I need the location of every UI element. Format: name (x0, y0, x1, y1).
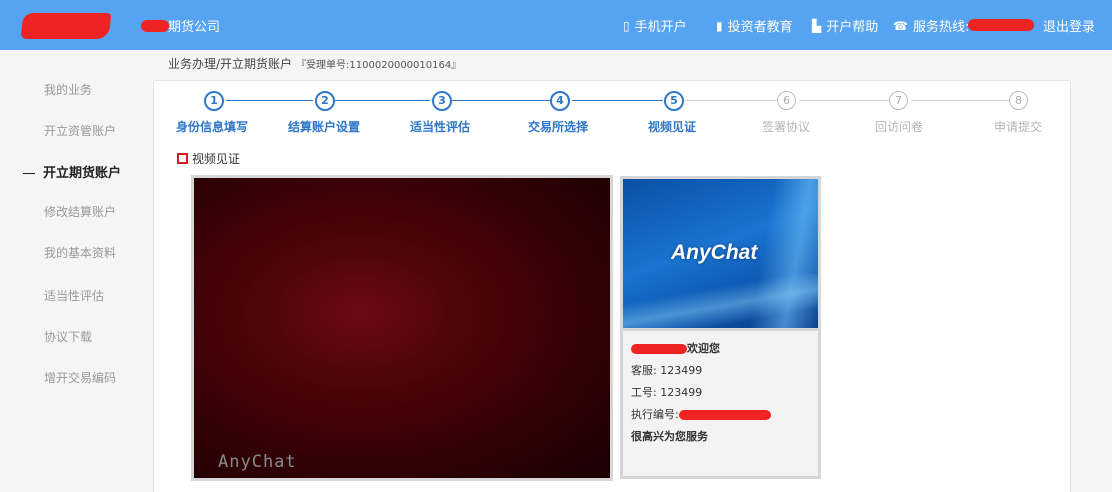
step-7-label: 回访问卷 (874, 120, 924, 134)
agent-video: AnyChat (623, 179, 818, 331)
step-connector (799, 100, 889, 101)
top-header: 期货公司 ▯ 手机开户 ▮ 投资者教育 ▙ 开户帮助 ☎ 服务热线: 退出登录 (0, 0, 1112, 50)
nav-label: 投资者教育 (727, 20, 793, 35)
customer-video-feed: AnyChat (194, 178, 610, 478)
step-3-label: 适当性评估 (409, 120, 471, 134)
staff-value: 123499 (660, 386, 703, 399)
step-6-label: 签署协议 (761, 120, 811, 134)
sidebar-item-settlement-account[interactable]: 修改结算账户 (44, 203, 116, 220)
welcome-text: 欢迎您 (687, 342, 720, 355)
step-5-label: 视频见证 (647, 120, 697, 134)
sidebar-item-asset-account[interactable]: 开立资管账户 (44, 122, 116, 139)
step-1-label: 身份信息填写 (175, 120, 249, 134)
staff-row: 工号: 123499 (631, 384, 818, 406)
exec-number-redacted (678, 410, 771, 420)
exec-label: 执行编号: (631, 408, 679, 421)
step-1-circle: 1 (204, 91, 224, 111)
sidebar-item-label: 增开交易编码 (44, 371, 117, 385)
sidebar-item-my-business[interactable]: 我的业务 (44, 81, 92, 98)
decorative-streak (623, 274, 818, 328)
step-8-label: 申请提交 (993, 120, 1043, 134)
nav-service-hotline: ☎ 服务热线: (893, 16, 970, 36)
customer-video: AnyChat (191, 175, 613, 481)
step-3-circle: 3 (432, 91, 452, 111)
staff-label: 工号: (631, 386, 657, 399)
nav-account-help[interactable]: ▙ 开户帮助 (812, 16, 879, 36)
telephone-icon: ☎ (893, 18, 908, 33)
nav-label: 手机开户 (634, 20, 687, 35)
service-value: 123499 (660, 364, 703, 377)
sidebar-item-trading-code[interactable]: 增开交易编码 (44, 369, 116, 386)
sidebar-item-label: 我的业务 (44, 83, 93, 97)
ticket-number: 『受理单号:1100020000010164』 (296, 60, 462, 71)
logo-redacted (20, 13, 112, 39)
sidebar-item-label: 适当性评估 (44, 289, 105, 303)
sidebar-item-label: 开立资管账户 (44, 124, 117, 138)
sidebar-item-agreements[interactable]: 协议下载 (44, 328, 92, 345)
sidebar-item-label: 协议下载 (44, 330, 93, 344)
logout-link[interactable]: 退出登录 (1043, 16, 1095, 35)
sidebar-item-suitability[interactable]: 适当性评估 (44, 287, 104, 304)
hotline-number-redacted (968, 19, 1034, 31)
sidebar-item-label: 我的基本资料 (44, 246, 117, 260)
step-7-circle: 7 (889, 91, 908, 110)
books-icon: ▮ (716, 18, 723, 33)
sidebar-item-basic-info[interactable]: 我的基本资料 (44, 244, 116, 261)
step-4-label: 交易所选择 (527, 120, 589, 134)
video-watermark: AnyChat (218, 452, 297, 472)
greeting-row: 很高兴为您服务 (631, 428, 818, 450)
save-icon: ▙ (812, 18, 822, 33)
brand-name-redacted (141, 20, 169, 32)
step-connector (452, 100, 550, 101)
section-marker-icon (177, 153, 188, 164)
brand-name: 期货公司 (168, 20, 221, 35)
service-row: 客服: 123499 (631, 362, 818, 384)
breadcrumb: 业务办理/开立期货账户 『受理单号:1100020000010164』 (168, 55, 461, 72)
main-panel: 1 2 3 4 5 6 7 8 身份信息填写 结算账户设置 适当性评估 交易所选… (153, 80, 1071, 492)
progress-steps: 1 2 3 4 5 6 7 8 身份信息填写 结算账户设置 适当性评估 交易所选… (154, 81, 1070, 151)
step-2-circle: 2 (315, 91, 335, 111)
step-connector (335, 100, 430, 101)
section-title: 视频见证 (177, 150, 240, 167)
section-title-text: 视频见证 (192, 152, 241, 166)
sidebar-item-futures-account[interactable]: 开立期货账户 (23, 162, 121, 181)
breadcrumb-path: 业务办理/开立期货账户 (168, 57, 293, 71)
step-6-circle: 6 (777, 91, 796, 110)
service-label: 客服: (631, 364, 657, 377)
step-4-circle: 4 (550, 91, 570, 111)
agent-info: 欢迎您 客服: 123499 工号: 123499 执行编号: 很高兴为您服务 (623, 331, 818, 450)
sidebar-item-label: 修改结算账户 (44, 205, 117, 219)
nav-label: 开户帮助 (826, 20, 879, 35)
active-indicator (23, 173, 35, 174)
step-8-circle: 8 (1009, 91, 1028, 110)
exec-row: 执行编号: (631, 406, 818, 428)
step-5-circle: 5 (664, 91, 684, 111)
anychat-logo: AnyChat (671, 241, 758, 264)
nav-investor-education[interactable]: ▮ 投资者教育 (716, 16, 793, 36)
nav-label: 服务热线: (912, 20, 970, 35)
step-connector (911, 100, 1010, 101)
phone-icon: ▯ (623, 18, 630, 33)
step-2-label: 结算账户设置 (287, 120, 361, 134)
step-connector (572, 100, 663, 101)
welcome-row: 欢迎您 (631, 340, 818, 362)
sidebar: 我的业务 开立资管账户 开立期货账户 修改结算账户 我的基本资料 适当性评估 协… (0, 50, 150, 491)
step-connector (685, 100, 777, 101)
sidebar-item-label: 开立期货账户 (43, 166, 122, 181)
customer-name-redacted (631, 344, 687, 354)
greeting-text: 很高兴为您服务 (631, 430, 708, 443)
step-connector (226, 100, 313, 101)
nav-mobile-account[interactable]: ▯ 手机开户 (623, 16, 687, 36)
agent-card: AnyChat 欢迎您 客服: 123499 工号: 123499 执行编号: … (620, 176, 821, 479)
